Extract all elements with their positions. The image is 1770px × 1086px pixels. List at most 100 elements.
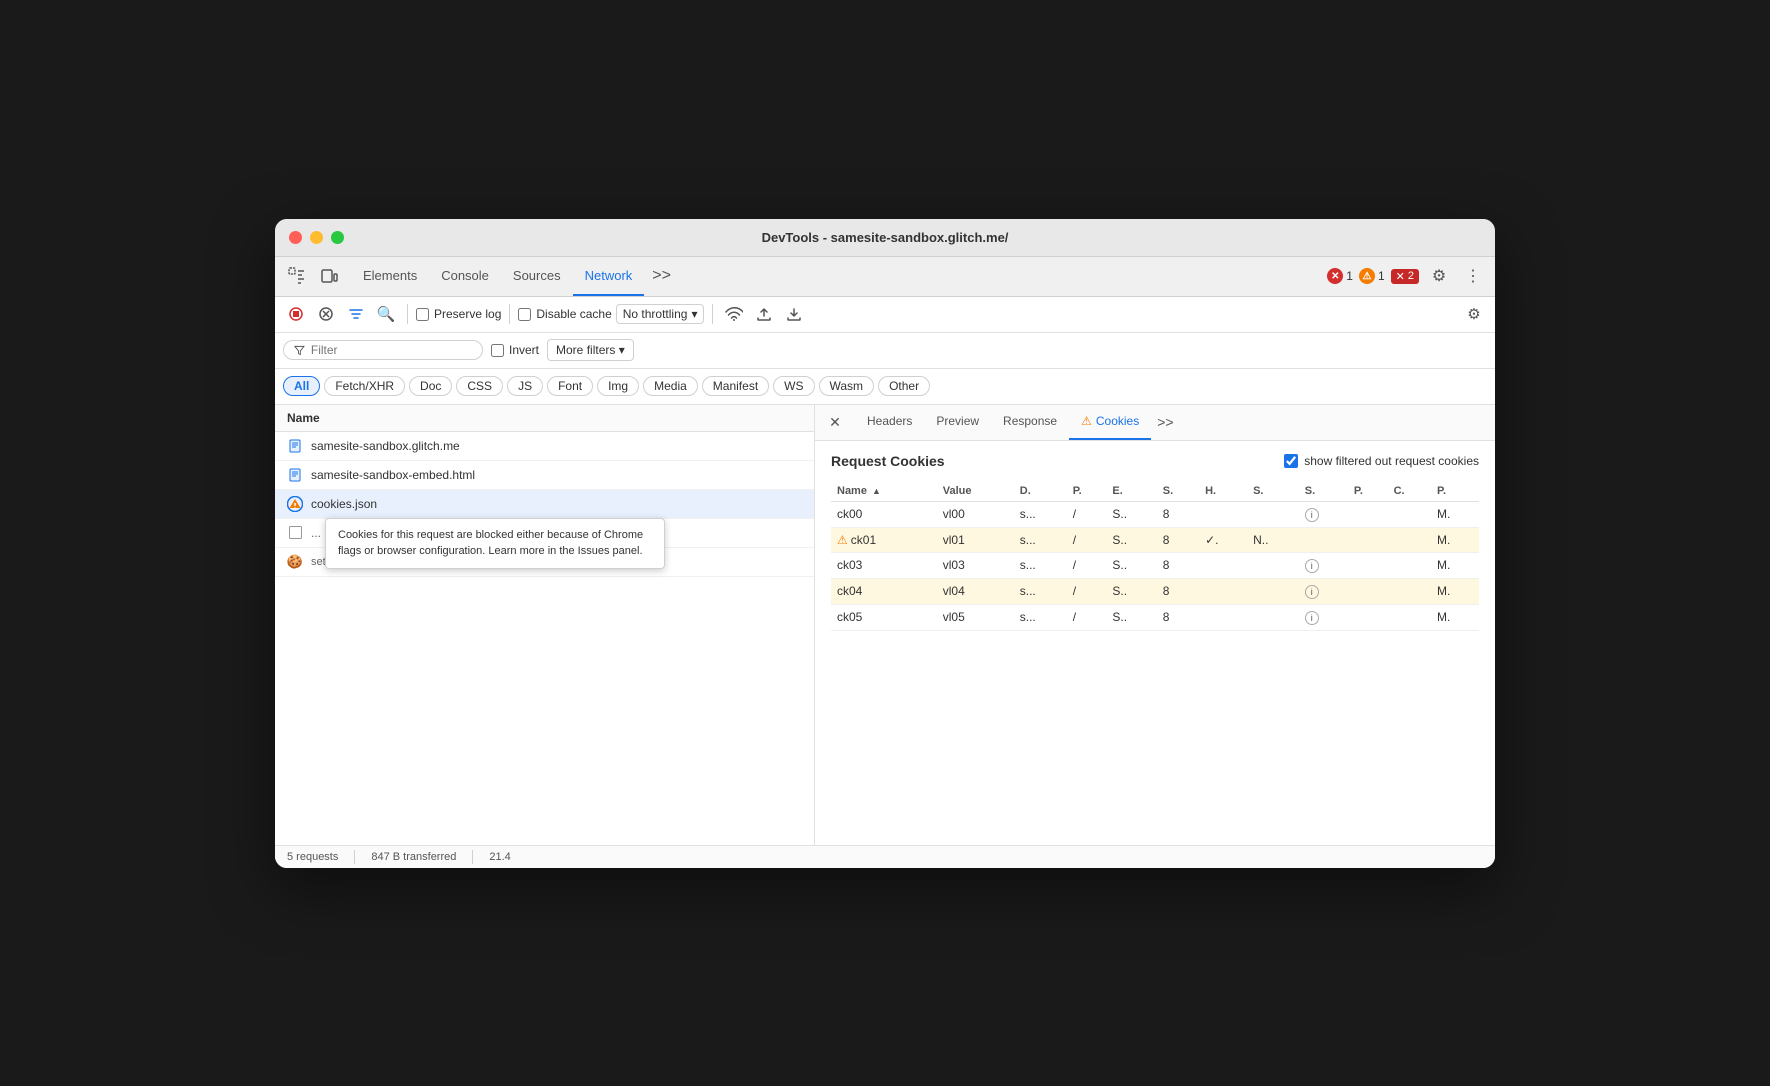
cell-p3: M. bbox=[1431, 527, 1479, 552]
type-filter-doc[interactable]: Doc bbox=[409, 376, 452, 396]
show-filtered-label[interactable]: show filtered out request cookies bbox=[1284, 454, 1479, 468]
request-item-2[interactable]: samesite-sandbox-embed.html bbox=[275, 461, 814, 490]
cell-p: / bbox=[1067, 604, 1107, 630]
tab-sources[interactable]: Sources bbox=[501, 256, 573, 296]
stop-recording-button[interactable] bbox=[283, 301, 309, 327]
error-icon: ✕ bbox=[1327, 268, 1343, 284]
inspect-icon[interactable] bbox=[283, 262, 311, 290]
cell-s2 bbox=[1247, 604, 1299, 630]
search-button[interactable]: 🔍 bbox=[373, 301, 399, 327]
preserve-log-text: Preserve log bbox=[434, 307, 501, 321]
upload-icon[interactable] bbox=[751, 301, 777, 327]
cell-d: s... bbox=[1014, 578, 1067, 604]
table-row[interactable]: ⚠ck01 vl01 s... / S.. 8 ✓. N.. bbox=[831, 527, 1479, 552]
invert-label[interactable]: Invert bbox=[491, 343, 539, 357]
table-row[interactable]: ck04 vl04 s... / S.. 8 i bbox=[831, 578, 1479, 604]
show-filtered-checkbox[interactable] bbox=[1284, 454, 1298, 468]
disable-cache-checkbox[interactable] bbox=[518, 308, 531, 321]
cell-e: S.. bbox=[1106, 501, 1156, 527]
type-filter-manifest[interactable]: Manifest bbox=[702, 376, 769, 396]
cell-s: 8 bbox=[1157, 527, 1199, 552]
invert-checkbox[interactable] bbox=[491, 344, 504, 357]
table-row[interactable]: ck00 vl00 s... / S.. 8 i bbox=[831, 501, 1479, 527]
filter-funnel-icon bbox=[294, 344, 305, 356]
cell-p: / bbox=[1067, 501, 1107, 527]
online-icon[interactable] bbox=[721, 301, 747, 327]
request-item-3[interactable]: cookies.json Cookies for this request ar… bbox=[275, 490, 814, 519]
show-filtered-text: show filtered out request cookies bbox=[1304, 454, 1479, 468]
close-button[interactable] bbox=[289, 231, 302, 244]
throttle-select[interactable]: No throttling ▾ bbox=[616, 304, 705, 324]
filter-toggle-button[interactable] bbox=[343, 301, 369, 327]
throttle-label: No throttling bbox=[623, 307, 688, 321]
requests-panel: Name samesite-sandbox.glitch.me samesite… bbox=[275, 405, 815, 845]
col-header-name[interactable]: Name ▲ bbox=[831, 481, 937, 502]
minimize-button[interactable] bbox=[310, 231, 323, 244]
panel-close-button[interactable]: ✕ bbox=[823, 410, 847, 434]
cell-s3: i bbox=[1299, 578, 1348, 604]
type-filter-js[interactable]: JS bbox=[507, 376, 543, 396]
tab-headers[interactable]: Headers bbox=[855, 405, 924, 441]
type-filter-all[interactable]: All bbox=[283, 376, 320, 396]
cell-c bbox=[1388, 527, 1431, 552]
type-filter-media[interactable]: Media bbox=[643, 376, 698, 396]
col-header-p: P. bbox=[1067, 481, 1107, 502]
type-filter-font[interactable]: Font bbox=[547, 376, 593, 396]
preserve-log-checkbox[interactable] bbox=[416, 308, 429, 321]
info-icon[interactable]: i bbox=[1305, 585, 1319, 599]
type-filter-img[interactable]: Img bbox=[597, 376, 639, 396]
info-icon[interactable]: i bbox=[1305, 611, 1319, 625]
cell-c bbox=[1388, 578, 1431, 604]
type-filter-other[interactable]: Other bbox=[878, 376, 930, 396]
cell-p: / bbox=[1067, 578, 1107, 604]
type-filter-fetchxhr[interactable]: Fetch/XHR bbox=[324, 376, 405, 396]
clear-button[interactable] bbox=[313, 301, 339, 327]
type-filter-css[interactable]: CSS bbox=[456, 376, 503, 396]
preserve-log-label[interactable]: Preserve log bbox=[416, 307, 501, 321]
devtools-body: Elements Console Sources Network >> ✕ 1 … bbox=[275, 257, 1495, 868]
col-header-s3: S. bbox=[1299, 481, 1348, 502]
cell-p2 bbox=[1348, 604, 1388, 630]
download-icon[interactable] bbox=[781, 301, 807, 327]
tab-cookies-label: Cookies bbox=[1096, 414, 1139, 428]
table-row[interactable]: ck05 vl05 s... / S.. 8 i bbox=[831, 604, 1479, 630]
resource-size: 21.4 bbox=[489, 851, 510, 863]
info-icon[interactable]: i bbox=[1305, 508, 1319, 522]
tab-network[interactable]: Network bbox=[573, 256, 645, 296]
cell-d: s... bbox=[1014, 604, 1067, 630]
device-toggle-icon[interactable] bbox=[315, 262, 343, 290]
maximize-button[interactable] bbox=[331, 231, 344, 244]
tab-bar-left bbox=[283, 262, 343, 290]
tab-more[interactable]: >> bbox=[644, 267, 679, 285]
network-settings-icon[interactable]: ⚙ bbox=[1461, 301, 1487, 327]
table-header-row: Name ▲ Value D. P. E. S. H. S. S. P. C. bbox=[831, 481, 1479, 502]
request-cookies-title: Request Cookies bbox=[831, 453, 945, 469]
col-header-s: S. bbox=[1157, 481, 1199, 502]
panel-tab-more[interactable]: >> bbox=[1151, 414, 1179, 430]
info-icon[interactable]: i bbox=[1305, 559, 1319, 573]
throttle-arrow: ▾ bbox=[691, 307, 697, 321]
cell-name: ck05 bbox=[831, 604, 937, 630]
tab-cookies[interactable]: ⚠ Cookies bbox=[1069, 405, 1151, 441]
cell-name: ck04 bbox=[831, 578, 937, 604]
type-filter-ws[interactable]: WS bbox=[773, 376, 814, 396]
cell-p: / bbox=[1067, 552, 1107, 578]
tab-preview[interactable]: Preview bbox=[924, 405, 991, 441]
disable-cache-label[interactable]: Disable cache bbox=[518, 307, 611, 321]
tab-response[interactable]: Response bbox=[991, 405, 1069, 441]
type-filter-wasm[interactable]: Wasm bbox=[819, 376, 875, 396]
tab-elements[interactable]: Elements bbox=[351, 256, 429, 296]
settings-icon[interactable]: ⚙ bbox=[1425, 262, 1453, 290]
cell-s2 bbox=[1247, 501, 1299, 527]
more-options-icon[interactable]: ⋮ bbox=[1459, 262, 1487, 290]
filter-input[interactable] bbox=[311, 343, 472, 357]
requests-count: 5 requests bbox=[287, 851, 338, 863]
request-item-1[interactable]: samesite-sandbox.glitch.me bbox=[275, 432, 814, 461]
checkbox-icon-4 bbox=[287, 525, 303, 541]
table-row[interactable]: ck03 vl03 s... / S.. 8 i bbox=[831, 552, 1479, 578]
tab-console[interactable]: Console bbox=[429, 256, 501, 296]
doc-icon-2 bbox=[287, 467, 303, 483]
warn-icon: ⚠ bbox=[837, 533, 848, 547]
more-filters-button[interactable]: More filters ▾ bbox=[547, 339, 634, 361]
error-box-count: 2 bbox=[1408, 270, 1414, 282]
